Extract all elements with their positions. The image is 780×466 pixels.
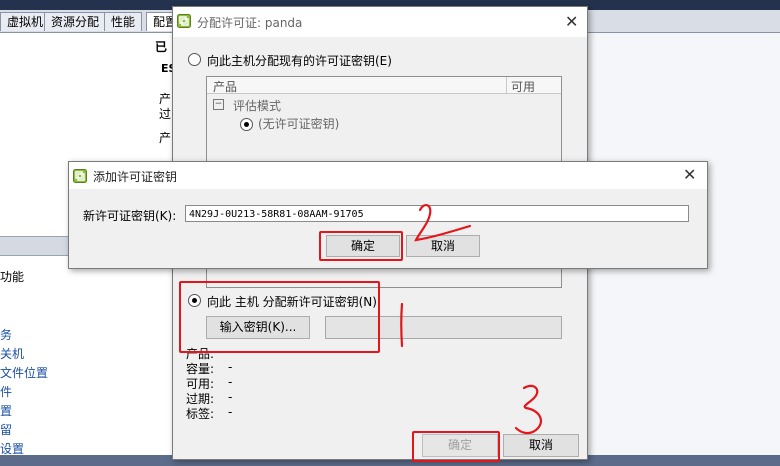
annotation-mark-1 [400, 302, 404, 348]
detail-value-tags: - [228, 405, 233, 419]
annotation-box-assign-ok [412, 431, 500, 462]
assign-license-titlebar: 分配许可证: panda ✕ [173, 7, 587, 37]
left-link-shutdown[interactable]: 关机 [0, 345, 24, 362]
new-key-field-label: 新许可证密钥(K): [83, 209, 177, 223]
bg-fragment-3: 产 [159, 131, 172, 145]
column-divider [506, 77, 507, 93]
vsphere-app-icon [73, 169, 87, 183]
annotation-box-new-key [179, 281, 380, 353]
left-link-config[interactable]: 置 [0, 402, 12, 419]
tree-child-no-key[interactable]: (无许可证密钥) [258, 115, 339, 132]
column-available[interactable]: 可用 [511, 78, 535, 95]
vsphere-app-icon [177, 14, 191, 28]
add-key-titlebar: 添加许可证密钥 ✕ [69, 162, 707, 189]
bg-fragment-2: 过 [159, 107, 172, 121]
annotation-mark-2 [414, 204, 472, 242]
tab-vms[interactable]: 虚拟机 [0, 12, 51, 31]
annotation-mark-3 [514, 384, 543, 435]
assign-cancel-button[interactable]: 取消 [503, 434, 579, 457]
tab-performance[interactable]: 性能 [104, 12, 143, 31]
license-table-header [207, 77, 561, 94]
option-existing-key-label: 向此主机分配现有的许可证密钥(E) [207, 54, 392, 68]
left-link-file-location[interactable]: 文件位置 [0, 364, 48, 381]
column-product[interactable]: 产品 [213, 78, 237, 95]
add-key-title: 添加许可证密钥 [93, 170, 178, 184]
left-heading: 功能 [0, 270, 25, 284]
radio-existing-key[interactable] [188, 53, 201, 66]
bg-header-fragment: 已 [155, 40, 168, 54]
collapse-icon[interactable]: − [213, 99, 224, 110]
close-icon[interactable]: ✕ [565, 14, 578, 30]
radio-no-license-key[interactable] [240, 118, 253, 131]
detail-value-available: - [228, 375, 233, 389]
close-icon[interactable]: ✕ [683, 167, 696, 183]
detail-value-expires: - [228, 390, 233, 404]
left-link-file[interactable]: 件 [0, 383, 12, 400]
left-link-services[interactable]: 务 [0, 326, 12, 343]
tab-resource-allocation[interactable]: 资源分配 [44, 12, 107, 31]
annotation-box-ok [319, 231, 403, 261]
tree-node-eval-mode[interactable]: 评估模式 [233, 97, 281, 114]
detail-label-tags: 标签: [186, 407, 215, 421]
left-link-reserve[interactable]: 留 [0, 421, 12, 438]
assign-license-title: 分配许可证: panda [197, 16, 303, 30]
detail-value-capacity: - [228, 360, 233, 374]
